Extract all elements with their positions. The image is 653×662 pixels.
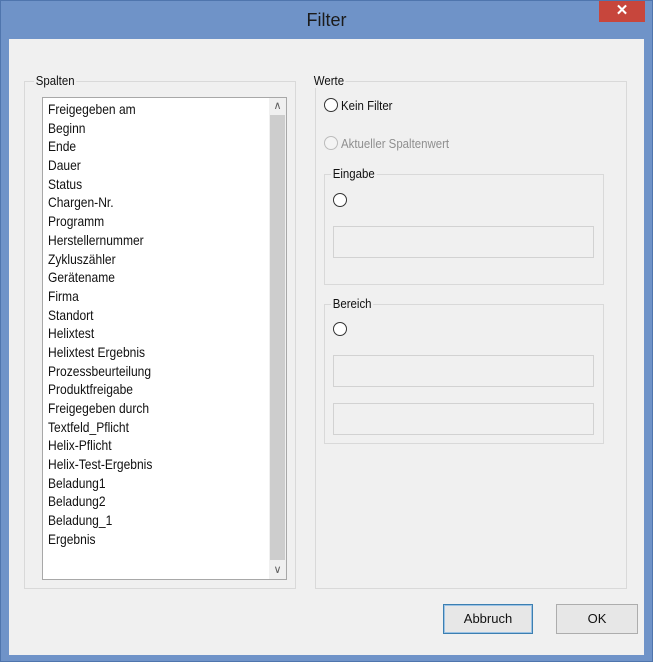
range-from-field[interactable]	[333, 355, 594, 387]
list-item[interactable]: Prozessbeurteilung	[48, 362, 233, 381]
columns-listbox[interactable]: Freigegeben am Beginn Ende Dauer Status Charg…	[42, 97, 287, 580]
list-item[interactable]: Chargen-Nr.	[48, 193, 233, 212]
list-item[interactable]: Beginn	[48, 119, 233, 138]
list-item[interactable]: Helix-Test-Ergebnis	[48, 455, 233, 474]
close-button[interactable]: ✕	[599, 1, 645, 22]
current-value-option: Aktueller Spaltenwert	[324, 134, 464, 152]
close-icon: ✕	[615, 2, 629, 19]
scrollbar-thumb[interactable]	[270, 115, 285, 560]
list-item[interactable]: Firma	[48, 287, 233, 306]
no-filter-label: Kein Filter	[341, 97, 393, 113]
list-item[interactable]: Ende	[48, 137, 233, 156]
ok-button[interactable]: OK	[556, 604, 638, 634]
window-title: Filter	[306, 10, 347, 30]
list-item[interactable]: Helixtest	[48, 324, 233, 343]
list-item[interactable]: Standort	[48, 306, 233, 325]
list-item[interactable]: Helix-Pflicht	[48, 436, 233, 455]
range-option[interactable]	[333, 320, 350, 338]
chevron-down-icon[interactable]: ∨	[269, 562, 286, 579]
list-item[interactable]: Ergebnis	[48, 530, 233, 549]
list-item[interactable]: Status	[48, 175, 233, 194]
list-item[interactable]: Beladung1	[48, 474, 233, 493]
input-group-label: Eingabe	[331, 166, 377, 181]
current-value-label: Aktueller Spaltenwert	[341, 135, 450, 151]
list-item[interactable]: Herstellernummer	[48, 231, 233, 250]
list-item[interactable]: Freigegeben durch	[48, 399, 233, 418]
list-item[interactable]: Zykluszähler	[48, 250, 233, 269]
cancel-button[interactable]: Abbruch	[443, 604, 533, 634]
list-item[interactable]: Beladung2	[48, 492, 233, 511]
list-item[interactable]: Textfeld_Pflicht	[48, 418, 233, 437]
range-group-label: Bereich	[331, 296, 374, 311]
list-item[interactable]: Dauer	[48, 156, 233, 175]
columns-list: Freigegeben am Beginn Ende Dauer Status Charg…	[48, 100, 263, 549]
current-value-radio	[324, 136, 338, 150]
list-item[interactable]: Beladung_1	[48, 511, 233, 530]
input-field[interactable]	[333, 226, 594, 258]
dialog-client-area: Spalten Freigegeben am Beginn Ende Dauer Sta…	[9, 39, 644, 655]
columns-scrollbar[interactable]: ∧ ∨	[269, 98, 286, 579]
list-item[interactable]: Programm	[48, 212, 233, 231]
input-option[interactable]	[333, 191, 350, 209]
list-item[interactable]: Helixtest Ergebnis	[48, 343, 233, 362]
columns-group-label: Spalten	[34, 73, 77, 88]
no-filter-option[interactable]: Kein Filter	[324, 96, 400, 114]
list-item[interactable]: Gerätename	[48, 268, 233, 287]
filter-dialog: Filter ✕ Spalten Freigegeben am Beginn End…	[0, 0, 653, 662]
values-group-label: Werte	[312, 73, 346, 88]
chevron-up-icon[interactable]: ∧	[269, 98, 286, 115]
range-radio[interactable]	[333, 322, 347, 336]
input-radio[interactable]	[333, 193, 347, 207]
title-bar[interactable]: Filter ✕	[1, 1, 652, 39]
list-item[interactable]: Freigegeben am	[48, 100, 233, 119]
range-to-field[interactable]	[333, 403, 594, 435]
no-filter-radio[interactable]	[324, 98, 338, 112]
list-item[interactable]: Produktfreigabe	[48, 380, 233, 399]
